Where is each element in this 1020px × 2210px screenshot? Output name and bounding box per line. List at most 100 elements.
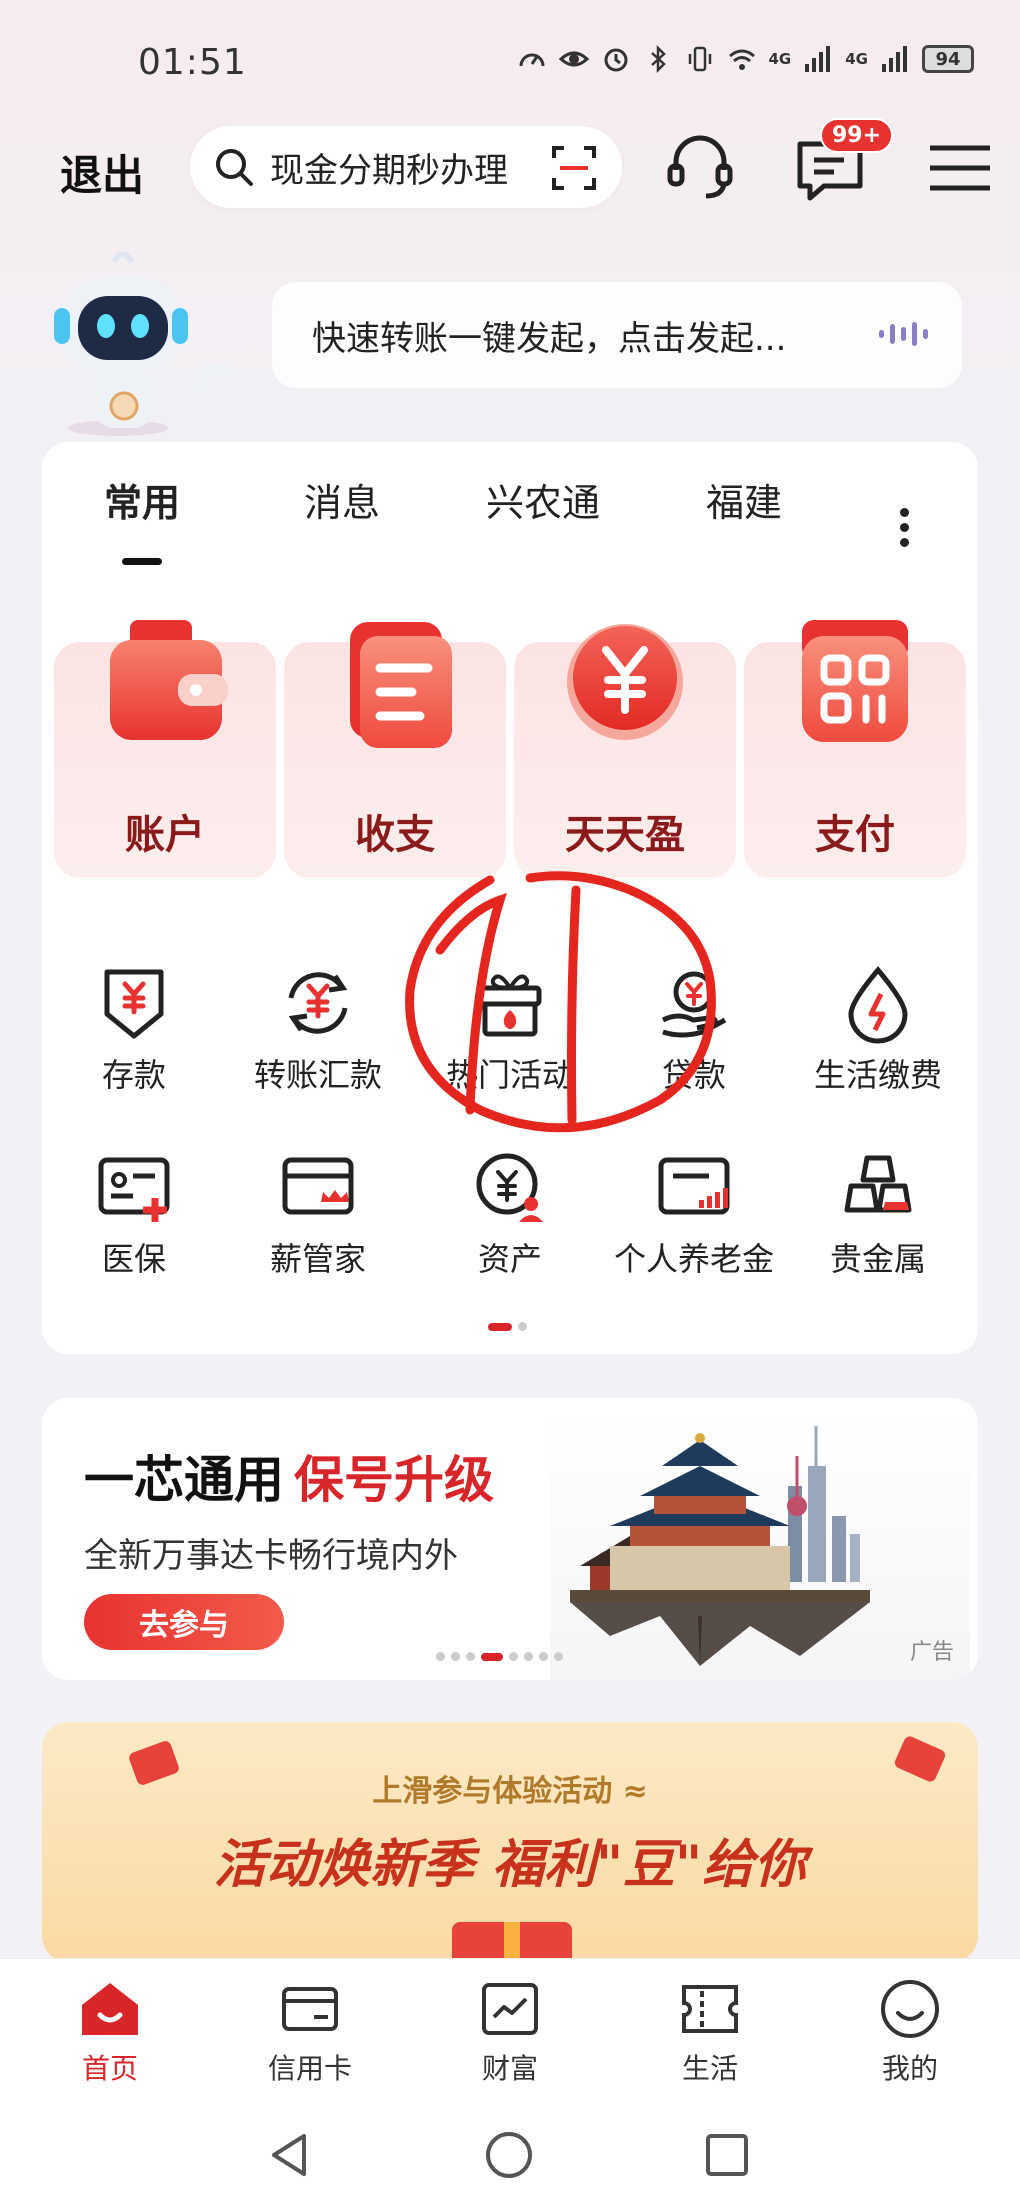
system-nav-bar bbox=[0, 2100, 1020, 2210]
tile-tiantianying[interactable]: 天天盈 bbox=[514, 624, 736, 878]
ad-subtitle: 全新万事达卡畅行境内外 bbox=[84, 1536, 458, 1576]
utility-drop-icon bbox=[848, 966, 908, 1044]
ledger-icon bbox=[350, 622, 452, 748]
shortcut-utility[interactable]: 生活缴费 bbox=[788, 962, 968, 1096]
salary-card-icon bbox=[282, 1157, 354, 1215]
yuan-coin-icon bbox=[567, 624, 683, 740]
tab-changyong[interactable]: 常用 bbox=[104, 472, 180, 527]
loan-icon bbox=[661, 971, 727, 1038]
search-placeholder: 现金分期秒办理 bbox=[270, 150, 508, 191]
nav-wealth-label: 财富 bbox=[481, 2052, 538, 2085]
signal-icon bbox=[805, 46, 831, 72]
bluetooth-icon bbox=[650, 44, 666, 74]
ticket-icon bbox=[682, 1985, 738, 2033]
tab-xingnongtong[interactable]: 兴农通 bbox=[486, 472, 600, 527]
ad-title: 一芯通用 保号升级 bbox=[84, 1440, 494, 1512]
tile-income-expense-label: 收支 bbox=[355, 812, 435, 858]
ad-title-red: 保号升级 bbox=[294, 1451, 494, 1509]
landmark-illustration bbox=[550, 1416, 970, 1680]
signal-icon bbox=[882, 46, 907, 72]
promo-title: 活动焕新季 福利"豆"给你 bbox=[213, 1835, 807, 1895]
shortcut-assets-label: 资产 bbox=[477, 1240, 542, 1278]
search-bar[interactable]: 现金分期秒办理 bbox=[190, 126, 622, 208]
ad-join-button[interactable]: 去参与 bbox=[84, 1594, 284, 1650]
shortcut-pension-label: 个人养老金 bbox=[613, 1240, 774, 1278]
back-icon[interactable] bbox=[264, 2128, 318, 2182]
wallet-icon bbox=[110, 620, 228, 740]
pension-card-icon bbox=[658, 1157, 730, 1215]
nav-life[interactable]: 生活 bbox=[640, 1977, 780, 2087]
home-icon bbox=[82, 1983, 138, 2035]
wifi-icon bbox=[728, 49, 755, 70]
transfer-icon bbox=[288, 972, 348, 1034]
status-bar: 01:51 4G 4G 94 bbox=[0, 0, 1020, 120]
voice-wave-icon bbox=[879, 322, 928, 346]
asset-icon bbox=[476, 1153, 543, 1222]
qr-pay-icon bbox=[802, 620, 908, 742]
wealth-chart-icon bbox=[482, 1983, 538, 2035]
tile-payment-label: 支付 bbox=[815, 812, 895, 858]
tile-income-expense[interactable]: 收支 bbox=[284, 622, 506, 878]
shortcut-pager bbox=[488, 1322, 527, 1331]
shortcut-pension[interactable]: 个人养老金 bbox=[604, 1146, 784, 1280]
deposit-icon bbox=[104, 969, 164, 1039]
nav-wealth[interactable]: 财富 bbox=[440, 1977, 580, 2087]
promo-swipe-hint: 上滑参与体验活动 ≈ bbox=[372, 1774, 648, 1809]
status-time: 01:51 bbox=[138, 42, 247, 83]
shortcut-salary[interactable]: 薪管家 bbox=[228, 1146, 408, 1280]
scan-icon[interactable] bbox=[552, 146, 596, 190]
network-type-2: 4G bbox=[845, 50, 868, 68]
alarm-icon bbox=[604, 48, 627, 72]
assistant-bubble-text: 快速转账一键发起，点击发起... bbox=[312, 318, 787, 359]
shortcut-precious-metals[interactable]: 贵金属 bbox=[788, 1146, 968, 1280]
ad-pager bbox=[436, 1652, 563, 1661]
tab-bar: 常用 消息 兴农通 福建 bbox=[42, 472, 978, 565]
shortcut-medical[interactable]: 医保 bbox=[44, 1146, 224, 1280]
medical-card-icon bbox=[98, 1157, 170, 1222]
recents-icon[interactable] bbox=[700, 2128, 754, 2182]
nav-mine[interactable]: 我的 bbox=[840, 1977, 980, 2087]
function-card: 常用 消息 兴农通 福建 账户 收支 天天盈 支付 存款 转账汇款 热门活动 贷… bbox=[42, 442, 978, 1354]
tile-account-label: 账户 bbox=[125, 812, 205, 858]
nav-mine-label: 我的 bbox=[881, 2052, 938, 2085]
shortcut-assets[interactable]: 资产 bbox=[420, 1146, 600, 1280]
tab-fujian[interactable]: 福建 bbox=[706, 472, 782, 527]
exit-button[interactable]: 退出 bbox=[60, 142, 144, 203]
menu-icon[interactable] bbox=[920, 128, 1000, 208]
speedometer-icon bbox=[519, 53, 544, 67]
gift-icon bbox=[478, 974, 542, 1037]
shortcut-transfer-label: 转账汇款 bbox=[253, 1056, 382, 1094]
customer-service-icon[interactable] bbox=[660, 128, 740, 208]
bottom-nav: 首页 信用卡 财富 生活 我的 bbox=[0, 1958, 1020, 2100]
tile-tiantianying-label: 天天盈 bbox=[565, 812, 685, 858]
shortcut-deposit[interactable]: 存款 bbox=[44, 962, 224, 1096]
shortcut-loan[interactable]: 贷款 bbox=[604, 962, 784, 1096]
nav-credit-card-label: 信用卡 bbox=[267, 2052, 352, 2085]
tab-xiaoxi[interactable]: 消息 bbox=[304, 472, 380, 527]
nav-life-label: 生活 bbox=[681, 2052, 738, 2085]
assistant-bubble[interactable]: 快速转账一键发起，点击发起... bbox=[272, 282, 962, 388]
gift-box-decoration bbox=[452, 1922, 572, 1962]
active-tab-indicator bbox=[122, 558, 162, 565]
robot-assistant-avatar[interactable] bbox=[48, 238, 248, 438]
tile-payment[interactable]: 支付 bbox=[744, 620, 966, 878]
eye-icon bbox=[558, 51, 589, 67]
home-circle-icon[interactable] bbox=[482, 2128, 536, 2182]
nav-home[interactable]: 首页 bbox=[40, 1977, 180, 2087]
promo-banner[interactable]: 上滑参与体验活动 ≈ 活动焕新季 福利"豆"给你 bbox=[42, 1722, 978, 1962]
big-tile-row: 账户 收支 天天盈 支付 bbox=[54, 620, 966, 878]
credit-card-icon bbox=[282, 1987, 338, 2031]
tile-account[interactable]: 账户 bbox=[54, 620, 276, 878]
nav-home-label: 首页 bbox=[81, 2052, 138, 2085]
shortcut-transfer[interactable]: 转账汇款 bbox=[228, 962, 408, 1096]
message-badge: 99+ bbox=[820, 118, 894, 153]
shortcut-deposit-label: 存款 bbox=[101, 1056, 166, 1094]
ad-tag: 广告 bbox=[909, 1640, 954, 1665]
battery-icon: 94 bbox=[922, 45, 974, 73]
vibrate-icon bbox=[688, 46, 711, 72]
smile-face-icon bbox=[881, 1980, 939, 2038]
more-tabs-icon[interactable] bbox=[900, 508, 909, 547]
ad-banner[interactable]: 一芯通用 保号升级 全新万事达卡畅行境内外 去参与 广告 bbox=[42, 1398, 978, 1680]
nav-credit-card[interactable]: 信用卡 bbox=[240, 1977, 380, 2087]
shortcut-hot-activities[interactable]: 热门活动 bbox=[420, 962, 600, 1096]
